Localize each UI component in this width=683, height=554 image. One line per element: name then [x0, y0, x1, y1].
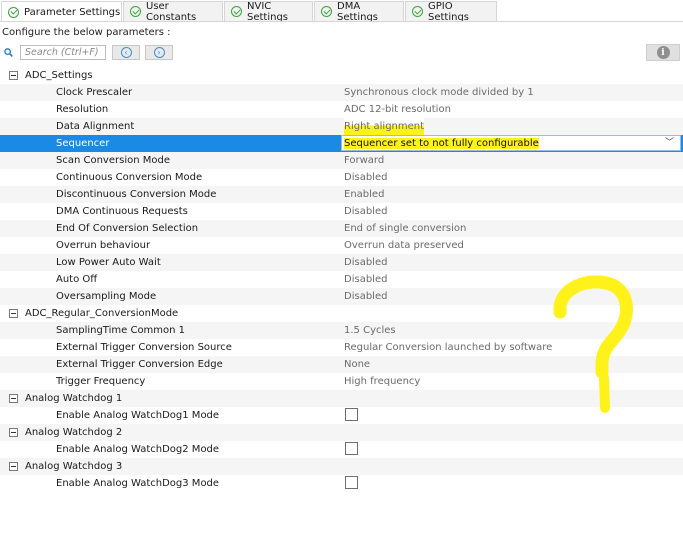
- param-row-clock-prescaler[interactable]: Clock Prescaler Synchronous clock mode d…: [0, 84, 683, 101]
- param-name: Discontinuous Conversion Mode: [56, 189, 217, 200]
- param-value[interactable]: Overrun data preserved: [344, 237, 464, 254]
- check-circle-icon: [412, 6, 423, 17]
- search-next-button[interactable]: ›: [145, 45, 173, 60]
- param-row-resolution[interactable]: Resolution ADC 12-bit resolution: [0, 101, 683, 118]
- group-label: ADC_Regular_ConversionMode: [25, 308, 179, 319]
- collapse-icon[interactable]: [9, 462, 18, 471]
- tab-label: NVIC Settings: [247, 0, 289, 23]
- search-icon[interactable]: [4, 48, 13, 57]
- param-row-enable-watchdog3[interactable]: Enable Analog WatchDog3 Mode: [0, 475, 683, 492]
- tab-parameter-settings[interactable]: Parameter Settings: [1, 1, 122, 22]
- group-adc-settings[interactable]: ADC_Settings: [0, 67, 683, 84]
- param-value[interactable]: Disabled: [344, 169, 387, 186]
- tab-nvic-settings[interactable]: NVIC Settings: [224, 0, 313, 23]
- tab-gpio-settings[interactable]: GPIO Settings: [405, 0, 497, 23]
- param-row-discontinuous-conversion-mode[interactable]: Discontinuous Conversion Mode Enabled: [0, 186, 683, 203]
- group-label: ADC_Settings: [25, 70, 93, 81]
- check-circle-icon: [130, 6, 141, 17]
- tab-label: Parameter Settings: [24, 6, 121, 18]
- param-name: Enable Analog WatchDog1 Mode: [56, 410, 220, 421]
- check-circle-icon: [321, 6, 332, 17]
- group-label: Analog Watchdog 2: [25, 427, 123, 438]
- param-name: SamplingTime Common 1: [56, 325, 186, 336]
- tab-dma-settings[interactable]: DMA Settings: [314, 0, 404, 23]
- param-value[interactable]: None: [344, 356, 370, 373]
- info-icon: i: [656, 46, 670, 59]
- param-name: Continuous Conversion Mode: [56, 172, 203, 183]
- group-analog-watchdog-2[interactable]: Analog Watchdog 2: [0, 424, 683, 441]
- param-name: Sequencer: [56, 138, 110, 149]
- param-name: Scan Conversion Mode: [56, 155, 170, 166]
- collapse-icon[interactable]: [9, 428, 18, 437]
- param-name: Trigger Frequency: [56, 376, 146, 387]
- param-row-scan-conversion-mode[interactable]: Scan Conversion Mode Forward: [0, 152, 683, 169]
- tab-user-constants[interactable]: User Constants: [123, 0, 223, 23]
- collapse-icon[interactable]: [9, 309, 18, 318]
- param-value[interactable]: ADC 12-bit resolution: [344, 101, 451, 118]
- group-label: Analog Watchdog 1: [25, 393, 123, 404]
- param-value[interactable]: Forward: [344, 152, 384, 169]
- param-name: End Of Conversion Selection: [56, 223, 199, 234]
- watchdog1-checkbox[interactable]: [345, 408, 358, 421]
- info-button[interactable]: i: [646, 44, 680, 61]
- param-value[interactable]: End of single conversion: [344, 220, 466, 237]
- param-name: External Trigger Conversion Edge: [56, 359, 223, 370]
- param-value[interactable]: Regular Conversion launched by software: [344, 339, 552, 356]
- param-name: Overrun behaviour: [56, 240, 151, 251]
- param-name: Resolution: [56, 104, 109, 115]
- param-value[interactable]: Disabled: [344, 203, 387, 220]
- param-value[interactable]: High frequency: [344, 373, 420, 390]
- tab-label: DMA Settings: [337, 0, 379, 23]
- param-name: Low Power Auto Wait: [56, 257, 161, 268]
- param-name: External Trigger Conversion Source: [56, 342, 232, 353]
- tab-label: User Constants: [146, 0, 197, 23]
- collapse-icon[interactable]: [9, 394, 18, 403]
- param-name: Enable Analog WatchDog3 Mode: [56, 478, 220, 489]
- param-name: DMA Continuous Requests: [56, 206, 188, 217]
- check-circle-icon: [8, 6, 19, 18]
- tab-bar: Parameter Settings User Constants NVIC S…: [0, 0, 683, 23]
- param-value[interactable]: Disabled: [344, 288, 387, 305]
- instruction-text: Configure the below parameters :: [2, 27, 171, 38]
- question-mark-annotation: [553, 275, 633, 413]
- param-row-end-of-conversion-selection[interactable]: End Of Conversion Selection End of singl…: [0, 220, 683, 237]
- dropdown-selected-value: Sequencer set to not fully configurable: [344, 138, 539, 149]
- param-row-dma-continuous-requests[interactable]: DMA Continuous Requests Disabled: [0, 203, 683, 220]
- param-row-continuous-conversion-mode[interactable]: Continuous Conversion Mode Disabled: [0, 169, 683, 186]
- param-row-sequencer[interactable]: Sequencer Sequencer set to not fully con…: [0, 135, 683, 152]
- param-name: Data Alignment: [56, 121, 135, 132]
- tab-label: GPIO Settings: [428, 0, 470, 23]
- watchdog2-checkbox[interactable]: [345, 442, 358, 455]
- param-value[interactable]: Right alignment: [344, 118, 425, 135]
- sequencer-dropdown[interactable]: Sequencer set to not fully configurable …: [341, 135, 681, 151]
- arrow-left-circle-icon: ‹: [120, 47, 132, 58]
- param-row-data-alignment[interactable]: Data Alignment Right alignment: [0, 118, 683, 135]
- watchdog3-checkbox[interactable]: [345, 476, 358, 489]
- param-value[interactable]: 1.5 Cycles: [344, 322, 396, 339]
- param-name: Enable Analog WatchDog2 Mode: [56, 444, 220, 455]
- param-value[interactable]: Synchronous clock mode divided by 1: [344, 84, 534, 101]
- param-name: Auto Off: [56, 274, 98, 285]
- search-input[interactable]: [20, 45, 106, 60]
- param-name: Clock Prescaler: [56, 87, 133, 98]
- tab-divider: [0, 21, 683, 22]
- param-name: Oversampling Mode: [56, 291, 157, 302]
- collapse-icon[interactable]: [9, 71, 18, 80]
- group-label: Analog Watchdog 3: [25, 461, 123, 472]
- param-row-enable-watchdog2[interactable]: Enable Analog WatchDog2 Mode: [0, 441, 683, 458]
- arrow-right-circle-icon: ›: [153, 47, 165, 58]
- param-value[interactable]: Enabled: [344, 186, 384, 203]
- group-analog-watchdog-3[interactable]: Analog Watchdog 3: [0, 458, 683, 475]
- check-circle-icon: [231, 6, 242, 17]
- param-row-overrun-behaviour[interactable]: Overrun behaviour Overrun data preserved: [0, 237, 683, 254]
- chevron-down-icon[interactable]: ﹀: [665, 136, 674, 151]
- search-prev-button[interactable]: ‹: [112, 45, 140, 60]
- param-row-low-power-auto-wait[interactable]: Low Power Auto Wait Disabled: [0, 254, 683, 271]
- param-value[interactable]: Disabled: [344, 254, 387, 271]
- param-value[interactable]: Disabled: [344, 271, 387, 288]
